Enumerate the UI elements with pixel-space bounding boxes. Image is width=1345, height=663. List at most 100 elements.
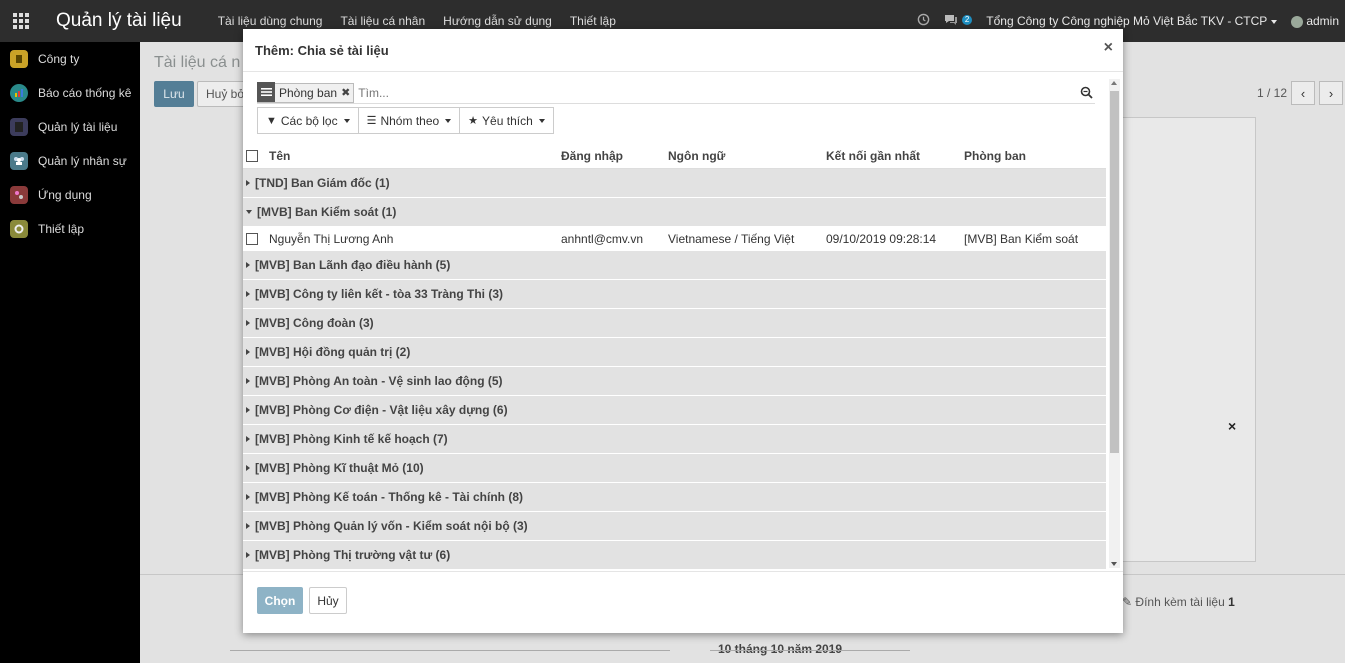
group-label: [MVB] Công đoàn (3) xyxy=(255,316,374,330)
paperclip-icon: ✎ xyxy=(1122,595,1133,609)
user-name: admin xyxy=(1306,14,1339,28)
dialog-header: Thêm: Chia sẻ tài liệu xyxy=(243,29,1123,72)
chevron-down-icon xyxy=(538,118,545,123)
group-label: [MVB] Hội đồng quản trị (2) xyxy=(255,345,411,359)
company-icon xyxy=(10,50,28,68)
facet-remove-icon[interactable]: ✖ xyxy=(341,86,353,99)
caret-down-icon xyxy=(246,210,252,214)
app-title: Quản lý tài liệu xyxy=(56,10,182,31)
group-row[interactable]: [MVB] Phòng Kế toán - Thống kê - Tài chí… xyxy=(243,483,1106,512)
cell-department: [MVB] Ban Kiểm soát xyxy=(964,232,1079,246)
attach-document-link[interactable]: ✎ Đính kèm tài liệu 1 xyxy=(1122,595,1235,609)
sidebar-item-settings[interactable]: Thiết lập xyxy=(0,212,140,246)
group-row[interactable]: [MVB] Công ty liên kết - tòa 33 Tràng Th… xyxy=(243,280,1106,309)
caret-right-icon xyxy=(246,180,250,186)
caret-right-icon xyxy=(246,552,250,558)
table-row[interactable]: Nguyễn Thị Lương Anh anhntl@cmv.vn Vietn… xyxy=(243,227,1106,251)
sidebar-item-hr[interactable]: Quản lý nhân sự xyxy=(0,144,140,178)
caret-right-icon xyxy=(246,407,250,413)
caret-right-icon xyxy=(246,349,250,355)
column-header-login[interactable]: Đăng nhập xyxy=(561,149,623,163)
chart-icon xyxy=(10,84,28,102)
search-facet[interactable]: Phòng ban ✖ xyxy=(257,82,355,103)
group-row[interactable]: [MVB] Phòng Kinh tế kế hoạch (7) xyxy=(243,425,1106,454)
attach-label: Đính kèm tài liệu xyxy=(1135,595,1225,609)
facet-label: Phòng ban xyxy=(279,85,338,100)
save-button[interactable]: Lưu xyxy=(154,81,194,107)
menu-user-guide[interactable]: Hướng dẫn sử dụng xyxy=(443,14,552,28)
groupby-dropdown[interactable]: ☰ Nhóm theo xyxy=(357,107,461,134)
cancel-button[interactable]: Hủy xyxy=(309,587,347,614)
column-header-language[interactable]: Ngôn ngữ xyxy=(668,149,725,163)
sidebar-item-documents[interactable]: Quản lý tài liệu xyxy=(0,110,140,144)
select-all-checkbox[interactable] xyxy=(246,149,258,162)
dialog-footer: Chọn Hủy xyxy=(243,571,1123,633)
group-row[interactable]: [MVB] Ban Kiểm soát (1) xyxy=(243,198,1106,227)
page-title: Tài liệu cá n xyxy=(154,54,241,71)
sidebar-item-label: Báo cáo thống kê xyxy=(38,86,132,100)
company-name: Tổng Công ty Công nghiệp Mỏ Việt Bắc TKV… xyxy=(986,14,1268,28)
filters-label: Các bộ lọc xyxy=(280,113,338,128)
caret-right-icon xyxy=(246,378,250,384)
search-bar: Phòng ban ✖ xyxy=(257,82,1095,104)
scroll-down-icon[interactable] xyxy=(1111,562,1117,566)
filters-dropdown[interactable]: ▼ Các bộ lọc xyxy=(257,107,359,134)
pager: 1 / 12 ‹ › xyxy=(1257,81,1343,105)
column-header-name[interactable]: Tên xyxy=(269,149,290,163)
list-icon: ☰ xyxy=(366,115,377,127)
chevron-down-icon xyxy=(343,118,350,123)
menu-shared-documents[interactable]: Tài liệu dùng chung xyxy=(218,14,323,28)
sidebar-item-label: Công ty xyxy=(38,52,80,66)
group-row[interactable]: [MVB] Phòng An toàn - Vệ sinh lao động (… xyxy=(243,367,1106,396)
group-row[interactable]: [MVB] Ban Lãnh đạo điều hành (5) xyxy=(243,251,1106,280)
user-list: Tên Đăng nhập Ngôn ngữ Kết nối gần nhất … xyxy=(243,143,1106,570)
avatar xyxy=(1291,15,1304,28)
date-separator: 10 tháng 10 năm 2019 xyxy=(230,642,1330,658)
scrollbar-thumb[interactable] xyxy=(1110,91,1119,453)
caret-right-icon xyxy=(246,494,250,500)
group-label: [MVB] Phòng Kế toán - Thống kê - Tài chí… xyxy=(255,490,523,504)
group-row[interactable]: [MVB] Phòng Quản lý vốn - Kiểm soát nội … xyxy=(243,512,1106,541)
menu-personal-documents[interactable]: Tài liệu cá nhân xyxy=(340,14,425,28)
search-icon[interactable] xyxy=(1080,86,1093,102)
company-switcher[interactable]: Tổng Công ty Công nghiệp Mỏ Việt Bắc TKV… xyxy=(986,14,1278,28)
messages-button[interactable]: 2 xyxy=(944,14,973,29)
column-header-department[interactable]: Phòng ban xyxy=(964,149,1026,163)
dialog-body: Phòng ban ✖ ▼ Các bộ lọc ☰ Nhóm theo ★ Y… xyxy=(243,73,1123,571)
group-row[interactable]: [MVB] Phòng Cơ điện - Vật liệu xây dựng … xyxy=(243,396,1106,425)
group-row[interactable]: [MVB] Hội đồng quản trị (2) xyxy=(243,338,1106,367)
column-header-last-connection[interactable]: Kết nối gần nhất xyxy=(826,149,920,163)
pager-next-button[interactable]: › xyxy=(1319,81,1343,105)
group-row[interactable]: [MVB] Phòng Kĩ thuật Mỏ (10) xyxy=(243,454,1106,483)
sidebar-item-apps[interactable]: Ứng dụng xyxy=(0,178,140,212)
chevron-down-icon xyxy=(1271,19,1278,24)
group-row[interactable]: [TND] Ban Giám đốc (1) xyxy=(243,169,1106,198)
group-label: [MVB] Ban Lãnh đạo điều hành (5) xyxy=(255,258,451,272)
list-header: Tên Đăng nhập Ngôn ngữ Kết nối gần nhất … xyxy=(243,143,1106,169)
caret-right-icon xyxy=(246,436,250,442)
search-input[interactable] xyxy=(358,85,959,100)
group-row[interactable]: [MVB] Công đoàn (3) xyxy=(243,309,1106,338)
row-checkbox[interactable] xyxy=(246,233,258,245)
close-icon[interactable]: × xyxy=(1104,39,1113,57)
favorites-dropdown[interactable]: ★ Yêu thích xyxy=(459,107,554,134)
apps-grid-icon[interactable] xyxy=(0,0,42,42)
select-button[interactable]: Chọn xyxy=(257,587,303,614)
activity-clock-icon[interactable] xyxy=(917,13,930,29)
user-menu[interactable]: admin xyxy=(1291,14,1339,28)
caret-right-icon xyxy=(246,320,250,326)
group-row[interactable]: [MVB] Phòng Thị trường vật tư (6) xyxy=(243,541,1106,570)
cell-login: anhntl@cmv.vn xyxy=(561,232,643,246)
remove-icon[interactable]: × xyxy=(1228,418,1236,434)
group-label: [MVB] Phòng Quản lý vốn - Kiểm soát nội … xyxy=(255,519,528,533)
group-by-icon xyxy=(257,82,275,102)
sidebar-item-reports[interactable]: Báo cáo thống kê xyxy=(0,76,140,110)
top-menu: Tài liệu dùng chung Tài liệu cá nhân Hướ… xyxy=(218,14,616,28)
scroll-up-icon[interactable] xyxy=(1111,81,1117,85)
pager-previous-button[interactable]: ‹ xyxy=(1291,81,1315,105)
menu-settings[interactable]: Thiết lập xyxy=(570,14,616,28)
sidebar-item-label: Ứng dụng xyxy=(38,188,92,202)
group-label: [MVB] Phòng Thị trường vật tư (6) xyxy=(255,548,451,562)
sidebar-item-company[interactable]: Công ty xyxy=(0,42,140,76)
dialog-scrollbar[interactable] xyxy=(1109,79,1120,568)
